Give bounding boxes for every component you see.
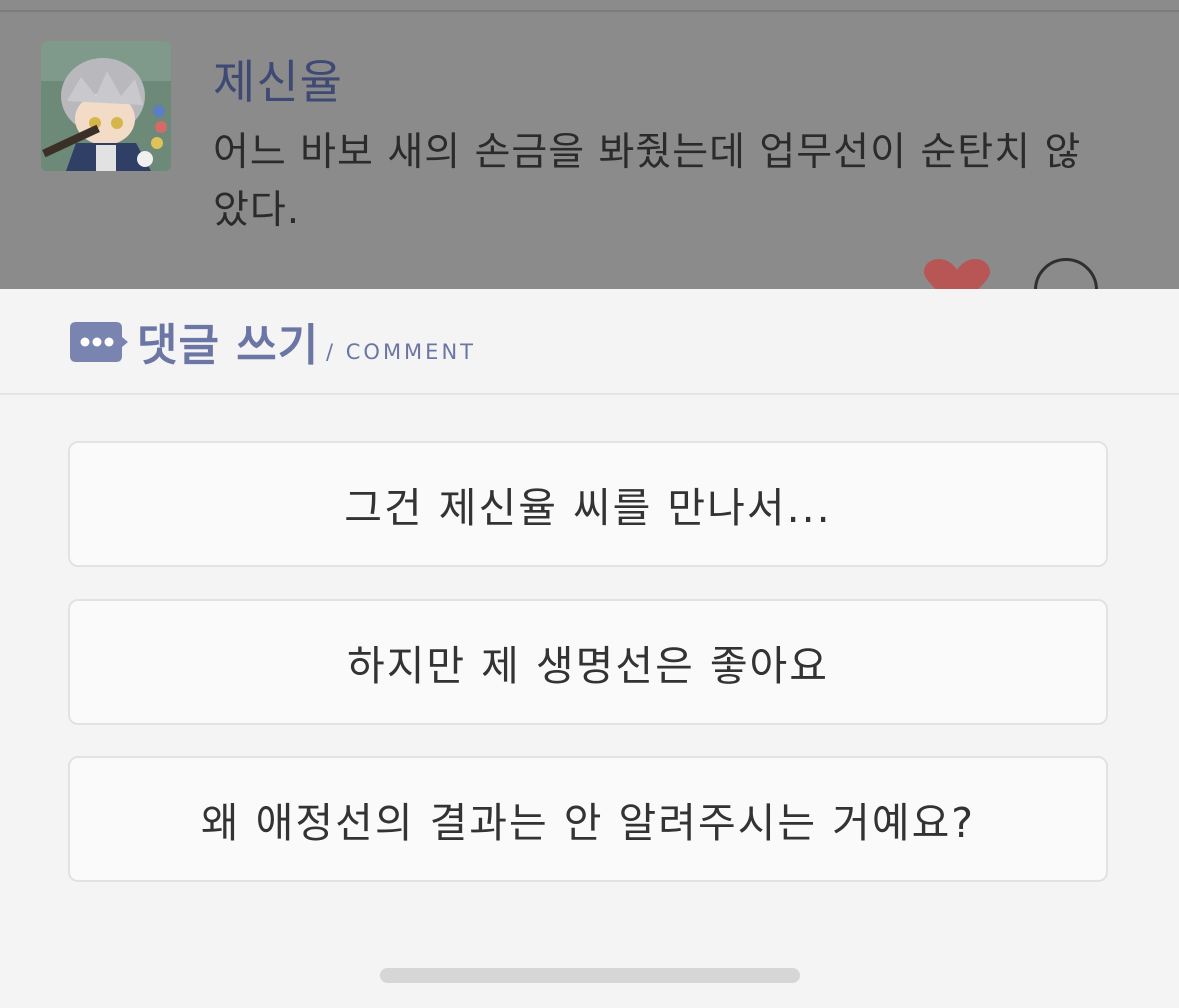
comment-sheet-subtitle: / COMMENT xyxy=(326,340,476,364)
post-card-dimmed: 제신율 어느 바보 새의 손금을 봐줬는데 업무선이 순탄치 않았다. xyxy=(0,0,1179,290)
avatar xyxy=(41,41,171,171)
comment-sheet-title: 댓글 쓰기 xyxy=(137,320,320,371)
comment-sheet-header: 댓글 쓰기 / COMMENT xyxy=(0,289,1179,395)
post-author-name: 제신율 xyxy=(213,55,343,109)
comment-option-1[interactable]: 그건 제신율 씨를 만나서... xyxy=(68,441,1108,567)
heart-icon[interactable] xyxy=(922,258,992,290)
chat-dots-icon xyxy=(70,322,128,362)
comment-bubble-icon[interactable] xyxy=(1034,258,1098,290)
comment-option-2[interactable]: 하지만 제 생명선은 좋아요 xyxy=(68,599,1108,725)
comment-sheet: 댓글 쓰기 / COMMENT 그건 제신율 씨를 만나서... 하지만 제 생… xyxy=(0,289,1179,1008)
home-indicator[interactable] xyxy=(380,968,800,983)
avatar-illustration xyxy=(41,41,171,171)
comment-option-3[interactable]: 왜 애정선의 결과는 안 알려주시는 거예요? xyxy=(68,756,1108,882)
post-text: 어느 바보 새의 손금을 봐줬는데 업무선이 순탄치 않았다. xyxy=(213,130,1082,233)
divider xyxy=(0,10,1179,12)
